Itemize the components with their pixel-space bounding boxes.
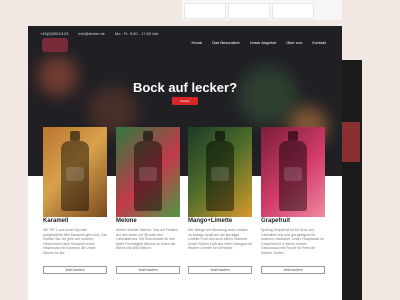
main-navigation: Home Das Besondere Unser Angebot Über un… — [191, 40, 326, 45]
product-description: Wollen Wieder Melone. Das mit Feldern au… — [116, 228, 178, 250]
background-right-strip — [340, 60, 362, 300]
bottle-image — [279, 131, 307, 211]
product-image-melone[interactable] — [116, 127, 180, 217]
background-chip — [272, 3, 314, 19]
product-name: Karamell — [43, 218, 69, 224]
hero-title: Bock auf lecker? — [132, 80, 238, 95]
website-page: +49(0)9001/123 info@lecker.de Mo - Fr. 9… — [28, 26, 342, 300]
background-header-strip — [182, 0, 342, 20]
nav-item-kontakt[interactable]: Kontakt — [312, 40, 326, 45]
product-image-grapefruit[interactable] — [261, 127, 325, 217]
hours-text: Mo - Fr. 9:00 - 17:00 Uhr — [114, 30, 159, 36]
background-chip — [228, 3, 270, 19]
nav-item-das-besondere[interactable]: Das Besondere — [212, 40, 240, 45]
bottle-image — [61, 131, 89, 211]
bottle-image — [134, 131, 162, 211]
buy-button-karamell[interactable]: Jetzt kaufen! — [43, 266, 107, 274]
product-name: Grapefruit — [261, 218, 291, 224]
nav-item-ueber-uns[interactable]: Über uns — [286, 40, 302, 45]
buy-button-grapefruit[interactable]: Jetzt kaufen! — [261, 266, 325, 274]
buy-button-mango-limette[interactable]: Jetzt kaufen! — [188, 266, 252, 274]
product-description: Wir TIE 1 und unser Sprudel ausgewählte … — [43, 228, 107, 255]
product-description: Spritzig Grapefruit ist für Grün und Lie… — [261, 228, 324, 255]
product-name: Melone — [116, 218, 137, 224]
product-description: Der Mango mit Wendung auch Unsere un Man… — [188, 228, 252, 250]
product-name: Mango+Limette — [188, 218, 233, 224]
email-text[interactable]: info@lecker.de — [78, 31, 105, 36]
brand-logo[interactable] — [42, 38, 68, 52]
background-label-box — [342, 122, 360, 162]
background-chip — [184, 3, 226, 19]
phone-text[interactable]: +49(0)9001/123 — [40, 31, 68, 36]
bottle-image — [206, 131, 234, 211]
nav-item-home[interactable]: Home — [191, 40, 202, 45]
buy-button-melone[interactable]: Jetzt kaufen! — [116, 266, 180, 274]
hero-cta-button[interactable]: Kaufen — [172, 97, 198, 105]
nav-item-unser-angebot[interactable]: Unser Angebot — [250, 40, 276, 45]
product-image-karamell[interactable] — [43, 127, 107, 217]
product-image-mango-limette[interactable] — [188, 127, 252, 217]
top-info-bar: +49(0)9001/123 info@lecker.de Mo - Fr. 9… — [40, 28, 330, 38]
